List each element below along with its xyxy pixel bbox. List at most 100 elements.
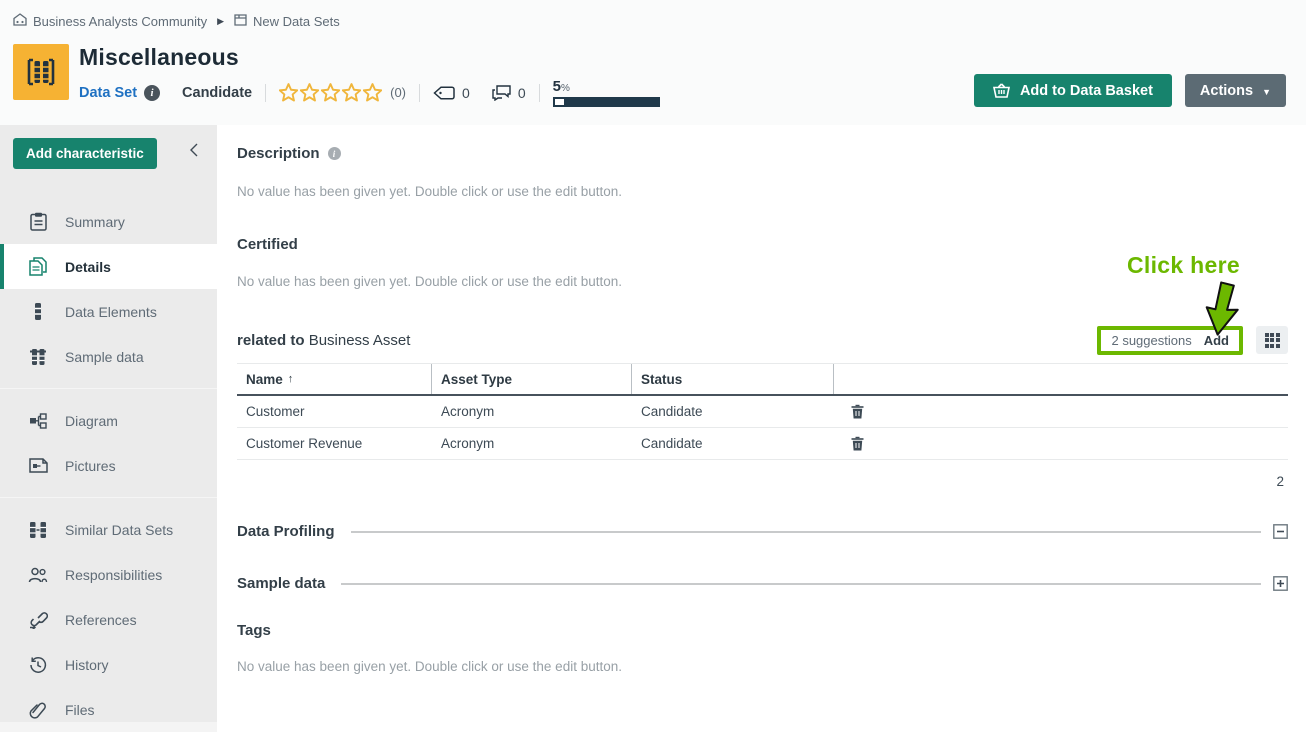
column-header-asset-type[interactable]: Asset Type	[432, 364, 632, 394]
actions-button[interactable]: Actions ▼	[1185, 74, 1286, 107]
trash-icon	[851, 404, 864, 419]
table-view-options-button[interactable]	[1256, 326, 1288, 354]
expand-sample-data-button[interactable]	[1273, 576, 1288, 591]
tags-title: Tags	[237, 622, 271, 639]
sidebar-item-label: History	[65, 657, 109, 673]
sidebar-item-similar-data-sets[interactable]: Similar Data Sets	[0, 507, 217, 552]
column-header-name[interactable]: Name↑	[237, 364, 432, 394]
section-rule	[351, 531, 1261, 533]
people-icon	[28, 567, 48, 583]
star-icon	[321, 83, 340, 102]
certified-section-heading: Certified	[237, 236, 1288, 253]
sort-asc-icon: ↑	[288, 373, 294, 385]
sidebar-item-label: Summary	[65, 214, 125, 230]
tags-count-group[interactable]: 0	[433, 85, 470, 101]
delete-relation-button[interactable]	[849, 402, 866, 421]
rating-count: (0)	[390, 85, 406, 100]
grid-icon	[1265, 333, 1280, 348]
asset-type-link[interactable]: Data Set	[79, 85, 137, 101]
sidebar-item-label: Details	[65, 259, 111, 275]
click-here-annotation: Click here	[1127, 252, 1240, 279]
sidebar-item-data-elements[interactable]: Data Elements	[0, 289, 217, 334]
sidebar-item-pictures[interactable]: Pictures	[0, 443, 217, 488]
comments-icon	[492, 85, 511, 101]
sample-data-title: Sample data	[237, 575, 325, 592]
sidebar-item-responsibilities[interactable]: Responsibilities	[0, 552, 217, 597]
sidebar-item-label: Files	[65, 702, 95, 718]
suggestions-count-label[interactable]: 2 suggestions	[1111, 333, 1191, 348]
completeness-value: 5	[553, 78, 561, 95]
cell-status: Candidate	[632, 404, 834, 419]
community-icon	[13, 13, 27, 29]
cell-asset-type: Acronym	[432, 404, 632, 419]
relation-title-bold: related to	[237, 332, 305, 349]
sidebar: Add characteristic Summary Details Data …	[0, 125, 217, 732]
rating-stars[interactable]	[279, 83, 382, 102]
add-to-data-basket-button[interactable]: Add to Data Basket	[974, 74, 1172, 107]
sidebar-item-label: Sample data	[65, 349, 144, 365]
domain-icon	[234, 14, 247, 29]
asset-header-row: Miscellaneous Data Set i Candidate (0) 0	[13, 44, 1286, 107]
tags-section-heading: Tags	[237, 622, 1288, 639]
sidebar-item-label: Data Elements	[65, 304, 157, 320]
tags-count: 0	[462, 85, 470, 101]
sidebar-item-references[interactable]: References	[0, 597, 217, 642]
sidebar-item-label: Responsibilities	[65, 567, 162, 583]
completeness-indicator: 5%	[553, 78, 660, 107]
add-characteristic-button[interactable]: Add characteristic	[13, 138, 157, 169]
comments-count-group[interactable]: 0	[492, 85, 526, 101]
description-placeholder[interactable]: No value has been given yet. Double clic…	[237, 184, 1288, 199]
sidebar-item-history[interactable]: History	[0, 642, 217, 687]
actions-label: Actions	[1200, 83, 1253, 99]
cell-name[interactable]: Customer Revenue	[237, 436, 432, 451]
relations-table: Name↑ Asset Type Status Customer Acronym…	[237, 363, 1288, 460]
table-row: Customer Revenue Acronym Candidate	[237, 428, 1288, 460]
completeness-unit: %	[561, 83, 570, 94]
meta-divider	[419, 84, 420, 102]
sidebar-bottom-strip	[0, 722, 217, 732]
collapse-data-profiling-button[interactable]	[1273, 524, 1288, 539]
relation-title-type: Business Asset	[309, 332, 411, 349]
column-header-status[interactable]: Status	[632, 364, 834, 394]
star-icon	[279, 83, 298, 102]
sidebar-item-label: Similar Data Sets	[65, 522, 173, 538]
breadcrumb-domain-link[interactable]: New Data Sets	[234, 14, 340, 29]
tags-placeholder[interactable]: No value has been given yet. Double clic…	[237, 659, 1288, 674]
cell-status: Candidate	[632, 436, 834, 451]
delete-relation-button[interactable]	[849, 434, 866, 453]
description-info-icon[interactable]: i	[328, 147, 341, 160]
sidebar-collapse-button[interactable]	[183, 140, 205, 162]
cell-name[interactable]: Customer	[237, 404, 432, 419]
sidebar-divider	[0, 388, 217, 389]
data-set-asset-icon	[13, 44, 69, 100]
page-header: Business Analysts Community ▶ New Data S…	[0, 0, 1306, 125]
column-icon	[28, 302, 48, 321]
breadcrumb: Business Analysts Community ▶ New Data S…	[13, 13, 340, 29]
sidebar-item-diagram[interactable]: Diagram	[0, 398, 217, 443]
description-section-heading: Description i	[237, 125, 1288, 162]
breadcrumb-domain-label: New Data Sets	[253, 14, 340, 29]
asset-type-info-icon[interactable]: i	[144, 85, 160, 101]
description-title: Description	[237, 145, 320, 162]
sidebar-divider	[0, 497, 217, 498]
breadcrumb-community-label: Business Analysts Community	[33, 14, 207, 29]
sidebar-item-summary[interactable]: Summary	[0, 199, 217, 244]
sidebar-item-label: References	[65, 612, 137, 628]
sidebar-item-sample-data[interactable]: Sample data	[0, 334, 217, 379]
sidebar-item-label: Diagram	[65, 413, 118, 429]
sidebar-item-label: Pictures	[65, 458, 116, 474]
star-icon	[300, 83, 319, 102]
table-row: Customer Acronym Candidate	[237, 396, 1288, 428]
breadcrumb-community-link[interactable]: Business Analysts Community	[13, 13, 207, 29]
data-profiling-title: Data Profiling	[237, 523, 335, 540]
trash-icon	[851, 436, 864, 451]
data-profiling-section: Data Profiling	[237, 523, 1288, 540]
relation-result-count: 2	[237, 474, 1288, 489]
sample-data-icon	[28, 348, 48, 366]
completeness-bar	[553, 97, 660, 107]
page-title: Miscellaneous	[79, 44, 660, 71]
completeness-fill	[555, 99, 564, 105]
chevron-down-icon: ▼	[1262, 87, 1271, 97]
collapse-section-icon	[1273, 524, 1288, 539]
sidebar-item-details[interactable]: Details	[0, 244, 217, 289]
